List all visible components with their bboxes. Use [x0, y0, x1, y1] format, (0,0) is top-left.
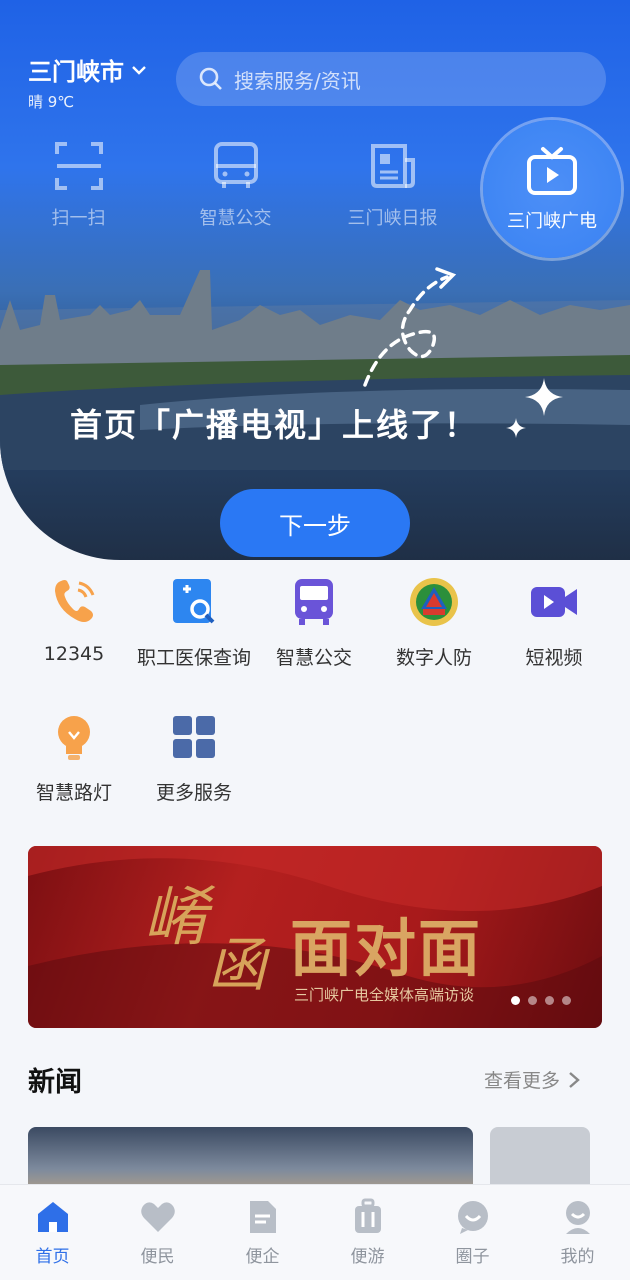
- sparkle-icon: [525, 378, 563, 416]
- tab-travel[interactable]: 便游: [315, 1185, 420, 1280]
- service-short-video[interactable]: 短视频: [494, 575, 614, 670]
- chevron-right-icon: [569, 1071, 580, 1088]
- banner-pagination: [511, 996, 571, 1005]
- shortcut-label: 三门峡日报: [347, 208, 438, 229]
- banner-calligraphy-1: 崤: [143, 881, 207, 955]
- tab-convenience[interactable]: 便民: [105, 1185, 210, 1280]
- service-12345[interactable]: 12345: [14, 575, 134, 670]
- grid-icon: [173, 716, 215, 758]
- service-label: 更多服务: [155, 782, 232, 804]
- service-label: 智慧公交: [275, 647, 352, 669]
- news-section-header: 新闻 查看更多: [28, 1060, 580, 1099]
- banner-title: 面对面: [290, 912, 483, 985]
- service-label: 职工医保查询: [136, 647, 251, 669]
- service-label: 智慧路灯: [35, 782, 112, 804]
- shortcut-label: 智慧公交: [199, 208, 272, 229]
- pagination-dot[interactable]: [562, 996, 571, 1005]
- shortcut-scan[interactable]: 扫一扫: [0, 140, 157, 230]
- banner-calligraphy-2: 函: [208, 931, 267, 999]
- chat-icon: [457, 1201, 488, 1234]
- pagination-dot[interactable]: [545, 996, 554, 1005]
- shortcut-label: 三门峡广电: [507, 211, 597, 232]
- tab-mine[interactable]: 我的: [525, 1185, 630, 1280]
- shortcut-sanmenxia-tv[interactable]: 三门峡广电: [483, 120, 621, 258]
- city-name: 三门峡市: [28, 58, 124, 86]
- news-title: 新闻: [28, 1067, 82, 1098]
- hero-header: 三门峡市 晴 9℃ 搜索服务/资讯 扫一扫 智慧公交 三门峡日报 三门峡广电 首…: [0, 0, 630, 560]
- home-icon: [37, 1202, 68, 1232]
- phone-icon: [55, 580, 95, 622]
- guide-tip-text: 首页「广播电视」上线了！: [70, 406, 479, 444]
- chevron-down-icon: [132, 65, 146, 75]
- tab-home[interactable]: 首页: [0, 1185, 105, 1280]
- tv-icon: [527, 147, 577, 195]
- newspaper-icon: [370, 144, 415, 188]
- civil-defense-icon: [410, 578, 458, 626]
- sparkle-small-icon: [506, 418, 526, 438]
- location-selector[interactable]: 三门峡市 晴 9℃: [28, 52, 148, 112]
- service-more[interactable]: 更多服务: [134, 710, 254, 805]
- search-bar[interactable]: 搜索服务/资讯: [176, 52, 606, 106]
- weather-text: 晴 9℃: [28, 93, 75, 111]
- service-digital-civil-defense[interactable]: 数字人防: [374, 575, 494, 670]
- next-step-button[interactable]: 下一步: [220, 489, 410, 557]
- banner-subtitle: 三门峡广电全媒体高端访谈: [294, 986, 475, 1004]
- tab-label: 便民: [140, 1247, 175, 1267]
- lightbulb-icon: [58, 716, 90, 760]
- luggage-icon: [354, 1198, 381, 1233]
- tab-business[interactable]: 便企: [210, 1185, 315, 1280]
- heart-icon: [140, 1202, 175, 1232]
- promo-banner[interactable]: 崤 函 面对面 三门峡广电全媒体高端访谈: [28, 846, 602, 1028]
- profile-icon: [565, 1201, 590, 1234]
- service-label: 数字人防: [395, 647, 472, 669]
- document-icon: [249, 1201, 276, 1233]
- service-medical-insurance[interactable]: 职工医保查询: [134, 575, 254, 670]
- bus-icon: [213, 142, 258, 188]
- service-smart-bus[interactable]: 智慧公交: [254, 575, 374, 670]
- tab-label: 便企: [245, 1247, 280, 1267]
- shortcut-smart-bus[interactable]: 智慧公交: [157, 140, 314, 230]
- shortcut-label: 扫一扫: [51, 208, 106, 229]
- pagination-dot[interactable]: [528, 996, 537, 1005]
- news-more-label: 查看更多: [483, 1070, 560, 1092]
- service-label: 12345: [43, 643, 105, 665]
- tab-circle[interactable]: 圈子: [420, 1185, 525, 1280]
- scan-icon: [54, 142, 103, 190]
- bottom-tab-bar: 首页 便民 便企 便游 圈子 我的: [0, 1184, 630, 1280]
- search-icon: [199, 67, 222, 90]
- shortcut-daily-news[interactable]: 三门峡日报: [314, 140, 471, 230]
- pagination-dot[interactable]: [511, 996, 520, 1005]
- tab-label: 我的: [560, 1247, 595, 1267]
- medical-search-icon: [173, 579, 215, 624]
- tab-label: 首页: [35, 1247, 70, 1267]
- news-more-link[interactable]: 查看更多: [484, 1066, 580, 1093]
- service-smart-streetlight[interactable]: 智慧路灯: [14, 710, 134, 805]
- service-grid: 12345 职工医保查询 智慧公交 数字人防 短视频 智慧路灯 更多服务: [0, 575, 630, 805]
- video-icon: [531, 587, 577, 617]
- tab-label: 便游: [350, 1247, 385, 1267]
- tab-label: 圈子: [455, 1247, 490, 1267]
- guide-arrow-icon: [363, 267, 457, 387]
- bus-icon: [295, 579, 333, 625]
- search-placeholder: 搜索服务/资讯: [234, 68, 361, 93]
- service-label: 短视频: [525, 647, 583, 669]
